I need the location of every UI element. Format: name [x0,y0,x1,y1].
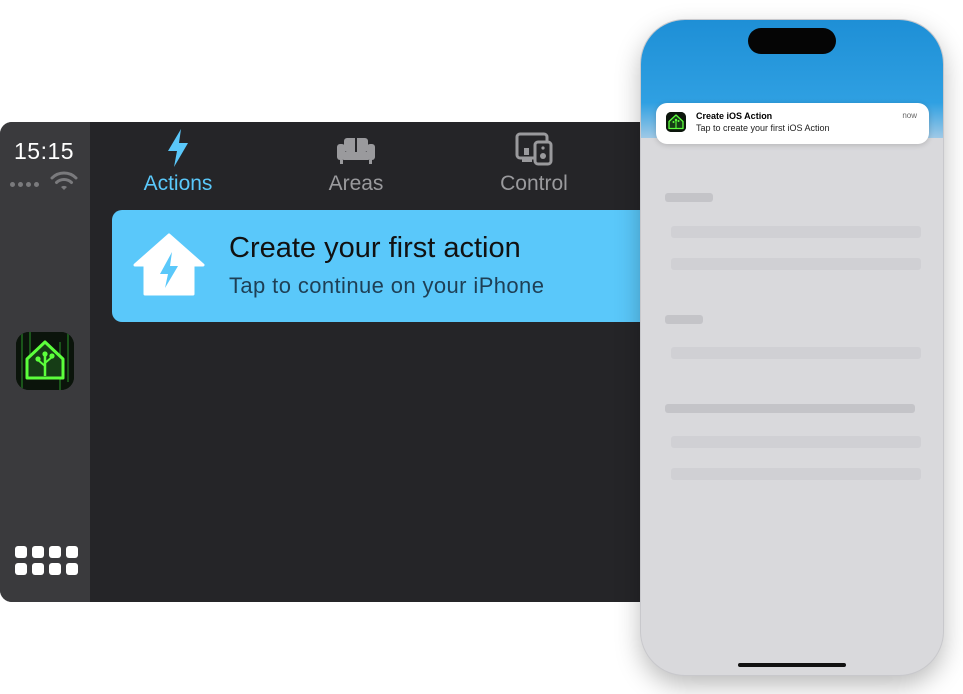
tab-areas[interactable]: Areas [276,128,436,196]
tab-actions[interactable]: Actions [98,128,258,196]
cellular-signal-icon [10,182,39,187]
sofa-icon [337,138,375,164]
blurred-row [671,226,921,238]
status-time: 15:15 [14,138,75,164]
notification-body: Tap to create your first iOS Action [696,123,830,133]
blurred-row [671,468,921,480]
card-subtitle: Tap to continue on your iPhone [229,273,545,298]
notification-time: now [902,111,917,120]
blurred-section-header [665,315,703,324]
home-assistant-app-icon [666,112,686,132]
notification-banner[interactable]: Create iOS Action Tap to create your fir… [656,103,929,144]
carplay-screen: 15:15 Actions Areas Control Create your … [0,122,660,602]
blurred-section-header [665,193,713,202]
tab-control-label: Control [500,172,568,195]
blurred-section-header [665,404,915,413]
carplay-sidebar: 15:15 [0,122,90,602]
bolt-icon [168,129,188,167]
home-assistant-app-icon[interactable] [16,332,74,390]
blurred-row [671,258,921,270]
home-bolt-icon [133,233,205,296]
card-title: Create your first action [229,232,521,264]
create-action-card[interactable]: Create your first action Tap to continue… [112,210,660,322]
tab-actions-label: Actions [143,172,213,195]
app-grid-icon[interactable] [15,546,78,575]
tab-areas-label: Areas [328,172,384,195]
devices-icon [515,132,553,166]
blurred-row [671,347,921,359]
notification-title: Create iOS Action [696,111,773,121]
dynamic-island [748,28,836,54]
blurred-row [671,436,921,448]
wifi-icon [50,171,78,190]
tab-control[interactable]: Control [454,128,614,196]
home-indicator[interactable] [738,663,846,667]
